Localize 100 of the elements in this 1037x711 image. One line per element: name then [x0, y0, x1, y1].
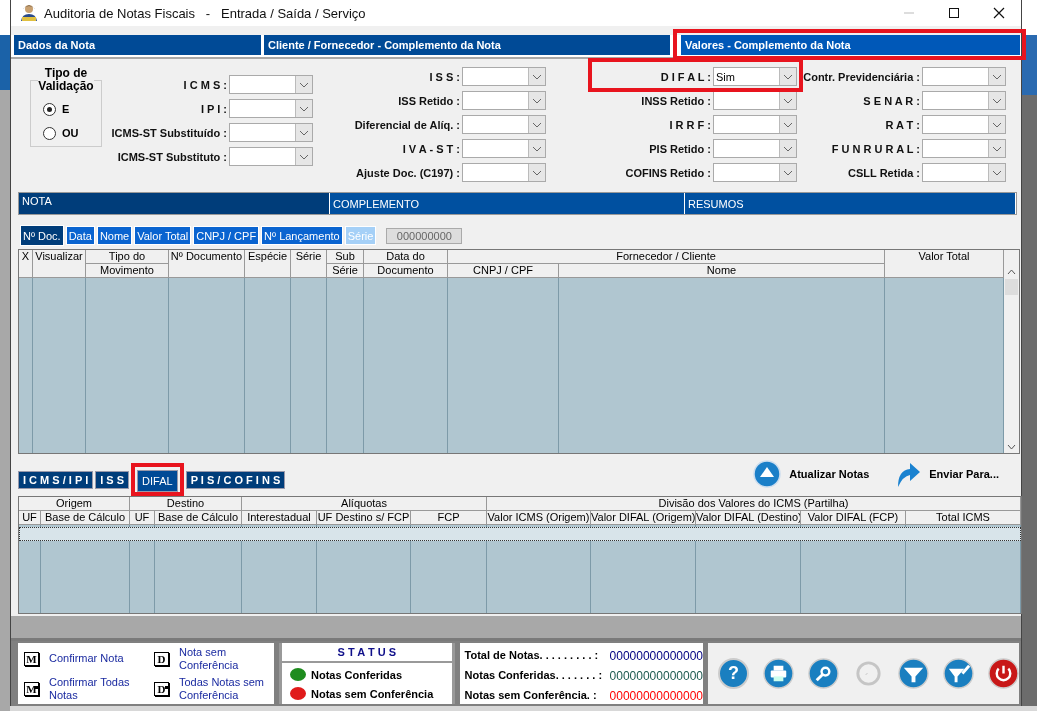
panel-tab[interactable]: NOTA — [19, 193, 331, 214]
dropdown-field[interactable] — [922, 91, 1006, 110]
dropdown-field[interactable] — [922, 163, 1006, 182]
chevron-down-icon[interactable] — [988, 164, 1005, 181]
dropdown-field[interactable] — [462, 115, 546, 134]
chevron-down-icon[interactable] — [779, 164, 796, 181]
power-icon[interactable] — [988, 658, 1019, 689]
scroll-thumb[interactable] — [1005, 279, 1018, 295]
field-label: COFINS Retido : — [625, 166, 711, 179]
chevron-down-icon[interactable] — [528, 164, 545, 181]
chevron-down-icon[interactable] — [528, 68, 545, 85]
dropdown-field[interactable] — [462, 163, 546, 182]
section-tab[interactable]: Valores - Complemento da Nota — [679, 35, 1020, 55]
dropdown-field[interactable] — [229, 99, 313, 118]
chevron-down-icon[interactable] — [779, 68, 796, 85]
maximize-icon[interactable] — [948, 7, 960, 19]
dropdown-field[interactable] — [713, 115, 797, 134]
column-header: Data do — [364, 250, 448, 264]
dropdown-field[interactable] — [922, 115, 1006, 134]
action-button[interactable]: Atualizar Notas — [789, 468, 870, 480]
chevron-down-icon[interactable] — [988, 68, 1005, 85]
radio-circle[interactable] — [43, 102, 56, 116]
dropdown-field[interactable] — [713, 163, 797, 182]
dropdown-field[interactable] — [922, 67, 1006, 86]
print-icon[interactable] — [763, 658, 794, 689]
chevron-down-icon[interactable] — [988, 116, 1005, 133]
total-value: 00000000000000 — [609, 669, 703, 683]
field-label: R A T : — [885, 118, 920, 131]
status-label: Notas sem Conferência — [311, 687, 434, 700]
sort-button[interactable]: Nº Lançamento — [261, 226, 343, 245]
status-title: S T A T U S — [282, 643, 452, 663]
panel-tab[interactable]: COMPLEMENTO — [330, 193, 685, 214]
radio-circle[interactable] — [43, 126, 56, 140]
close-icon[interactable] — [993, 7, 1005, 19]
detail-tab[interactable]: I S S — [95, 471, 130, 489]
legend-text[interactable]: Confirmar Todas Notas — [49, 675, 139, 702]
sort-button[interactable]: CNPJ / CPF — [193, 226, 260, 245]
filter-brush-icon[interactable] — [943, 658, 974, 689]
chevron-down-icon[interactable] — [295, 76, 312, 93]
search-icon[interactable] — [808, 658, 839, 689]
sort-button[interactable]: Valor Total — [134, 226, 192, 245]
total-label: Notas sem Conferência. : — [464, 689, 598, 703]
field-label: ICMS-ST Substituído : — [111, 126, 227, 139]
field-label: INSS Retido : — [641, 94, 711, 107]
field-label: CSLL Retida : — [848, 166, 920, 179]
chevron-down-icon[interactable] — [528, 116, 545, 133]
field-label: I P I : — [200, 102, 227, 115]
person-icon — [19, 3, 39, 23]
legend-text[interactable]: Confirmar Nota — [49, 652, 139, 665]
detail-tab[interactable]: I C M S / I P I — [18, 471, 94, 489]
field-label: I V A - S T : — [402, 142, 460, 155]
dropdown-field[interactable] — [229, 147, 313, 166]
chevron-down-icon[interactable] — [295, 148, 312, 165]
chevron-down-icon[interactable] — [988, 92, 1005, 109]
action-button[interactable]: Enviar Para... — [929, 468, 999, 480]
section-tab[interactable]: Dados da Nota — [14, 35, 261, 55]
field-label: I S S : — [429, 70, 460, 83]
radio-option[interactable]: OU — [43, 121, 101, 145]
total-value: 00000000000000 — [609, 689, 703, 703]
total-label: Notas Conferidas. . . . . . . : — [464, 669, 604, 683]
column-header: Divisão dos Valores do ICMS (Partilha) — [487, 497, 1021, 511]
field-label: Diferencial de Alíq. : — [354, 118, 460, 131]
field-label: I R R F : — [669, 118, 711, 131]
detail-tab[interactable]: P I S / C O F I N S — [185, 471, 286, 489]
sort-button[interactable]: Data — [65, 226, 95, 245]
sort-button[interactable]: Nº Doc. — [20, 225, 64, 246]
dropdown-field[interactable] — [229, 123, 313, 142]
field-label: Contr. Previdenciária : — [803, 70, 920, 83]
dropdown-field[interactable]: Sim — [713, 67, 797, 86]
dropdown-field[interactable] — [462, 67, 546, 86]
chevron-down-icon[interactable] — [779, 92, 796, 109]
filter-icon[interactable] — [898, 658, 929, 689]
field-label: S E N A R : — [863, 94, 920, 107]
section-tab[interactable]: Cliente / Fornecedor - Complemento da Nota — [264, 35, 670, 55]
chevron-down-icon[interactable] — [295, 124, 312, 141]
dropdown-field[interactable] — [229, 75, 313, 94]
field-label: F U N R U R A L : — [831, 142, 920, 155]
legend-text[interactable]: Todas Notas sem Conferência — [179, 675, 269, 702]
chevron-down-icon[interactable] — [779, 140, 796, 157]
sort-button[interactable]: Nome — [96, 226, 133, 245]
detail-tab[interactable]: DIFAL — [137, 470, 178, 492]
dropdown-field[interactable] — [462, 91, 546, 110]
chevron-down-icon[interactable] — [528, 140, 545, 157]
counter-field: 000000000 — [386, 227, 463, 244]
group-title: Tipo de Validação — [38, 67, 94, 93]
dropdown-field[interactable] — [462, 139, 546, 158]
dropdown-field[interactable] — [713, 139, 797, 158]
column-header: Tipo do — [86, 250, 169, 264]
chevron-down-icon[interactable] — [988, 140, 1005, 157]
chevron-down-icon[interactable] — [528, 92, 545, 109]
focus-row[interactable] — [19, 527, 1021, 541]
help-button[interactable]: ? — [718, 658, 749, 689]
radio-option[interactable]: E — [43, 97, 101, 121]
dropdown-field[interactable] — [922, 139, 1006, 158]
legend-text[interactable]: Nota sem Conferência — [179, 645, 269, 672]
chevron-down-icon[interactable] — [295, 100, 312, 117]
window-title: Auditoria de Notas Fiscais - Entrada / Saída / Serviço — [44, 5, 366, 21]
panel-tab[interactable]: RESUMOS — [685, 193, 1016, 214]
chevron-down-icon[interactable] — [779, 116, 796, 133]
curved-arrow-icon[interactable] — [895, 460, 922, 488]
